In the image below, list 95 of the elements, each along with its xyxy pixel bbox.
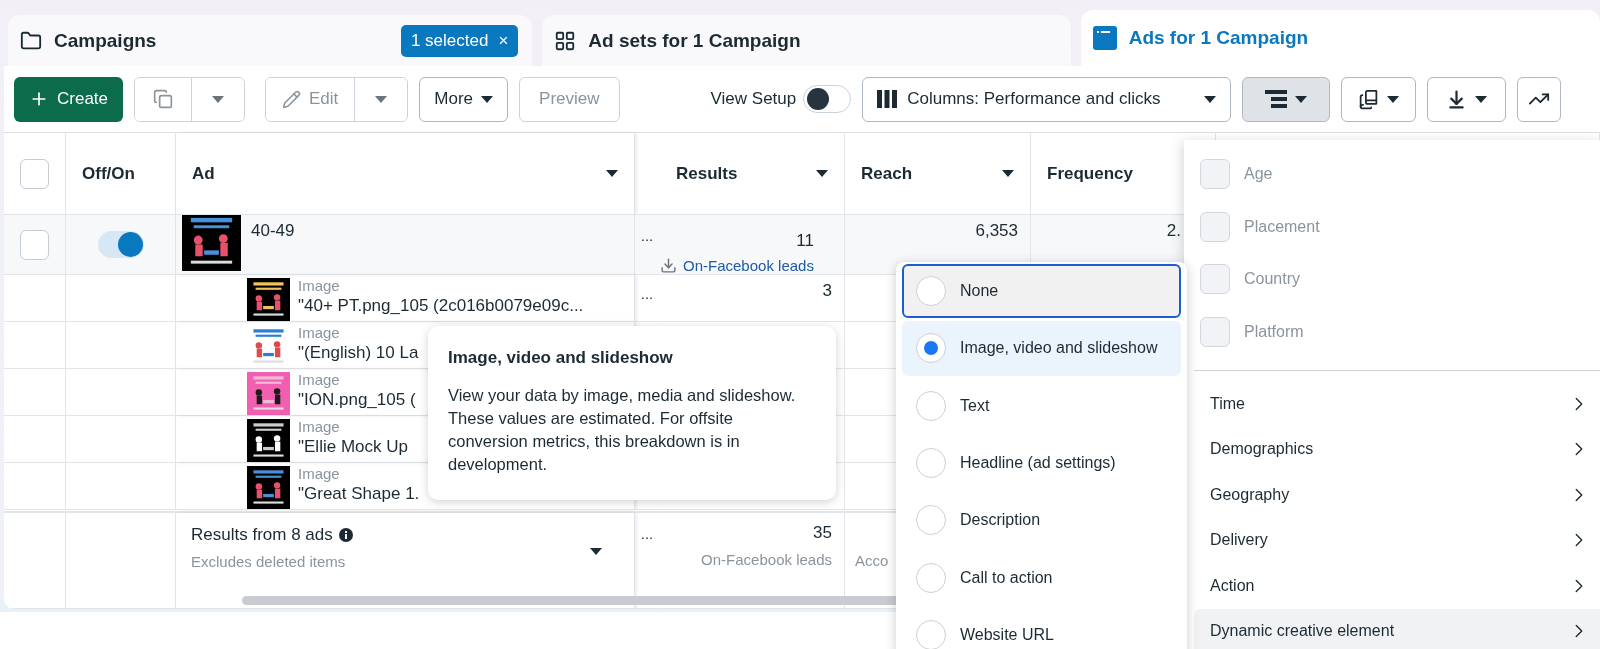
- column-header[interactable]: Reach: [861, 163, 913, 184]
- caret-icon: [212, 95, 225, 103]
- submenu-item[interactable]: Delivery: [1194, 517, 1600, 563]
- row-checkbox[interactable]: [20, 229, 49, 260]
- ad-toggle[interactable]: [97, 231, 144, 258]
- pencil-icon: [282, 89, 302, 109]
- columns-button[interactable]: Columns: Performance and clicks: [862, 76, 1232, 122]
- results-value: 11: [796, 231, 814, 251]
- tab[interactable]: Ads for 1 Campaign: [1080, 10, 1600, 66]
- checkbox-label: Platform: [1244, 322, 1304, 341]
- ad-name[interactable]: 40-49: [251, 221, 295, 241]
- summary-note: Excludes deleted items: [191, 553, 346, 570]
- select-all-checkbox[interactable]: [20, 158, 49, 189]
- column-header[interactable]: Results: [676, 163, 738, 184]
- ad-type: Image: [298, 277, 340, 294]
- download-icon: [660, 257, 677, 274]
- column-header[interactable]: Frequency: [1047, 163, 1133, 184]
- radio-option[interactable]: Image, video and slideshow: [902, 321, 1181, 376]
- results-value: 3: [822, 281, 832, 301]
- reports-icon: [1358, 88, 1380, 110]
- checkbox-label: Country: [1244, 270, 1301, 289]
- submenu-item[interactable]: Demographics: [1194, 426, 1600, 472]
- results-summary: Results from 8 ads: [191, 525, 333, 545]
- caret-icon: [1295, 95, 1308, 103]
- column-header[interactable]: Off/On: [82, 163, 135, 184]
- table-cell: [4, 369, 66, 416]
- radio-button[interactable]: [916, 333, 946, 364]
- tooltip-text: View your data by image, media and slideshow. These values are estimated. For offsite conversion metrics, this breakdown is in development.: [448, 385, 797, 476]
- creative-name[interactable]: "ION.png_105 (: [298, 390, 416, 410]
- radio-button[interactable]: [916, 276, 946, 307]
- table-cell: [4, 416, 66, 463]
- dropdown-button[interactable]: [191, 77, 245, 121]
- column-header[interactable]: Ad: [192, 163, 215, 184]
- results-type: On-Facebook leads: [701, 551, 832, 568]
- selection-badge[interactable]: 1 selected ×: [400, 24, 519, 57]
- breakdown-icon: [1265, 90, 1288, 108]
- radio-option[interactable]: Text: [902, 378, 1181, 433]
- caret-icon: [1204, 95, 1217, 103]
- creative-name[interactable]: "Great Shape 1.: [298, 484, 420, 504]
- ad-type: Image: [298, 418, 340, 435]
- creative-name[interactable]: "40+ PT.png_105 (2c016b0079e09c...: [298, 296, 584, 316]
- radio-option[interactable]: Headline (ad settings): [902, 435, 1181, 491]
- checkbox-label: Placement: [1244, 217, 1320, 236]
- results-total: 35: [813, 523, 832, 543]
- breakdown-button[interactable]: [1242, 76, 1331, 122]
- table-cell: [4, 322, 66, 369]
- ad-type: Image: [298, 465, 340, 482]
- create-button[interactable]: Create: [14, 76, 124, 122]
- reach-note: Acco: [855, 552, 889, 569]
- caret-icon: [375, 95, 388, 103]
- submenu-item[interactable]: Geography: [1194, 472, 1600, 518]
- dropdown-button[interactable]: [354, 77, 408, 121]
- radio-button[interactable]: [916, 390, 946, 421]
- close-icon[interactable]: ×: [498, 30, 509, 51]
- submenu-item[interactable]: Dynamic creative element: [1194, 608, 1600, 649]
- creative-name[interactable]: "Ellie Mock Up: [298, 437, 408, 457]
- creative-name[interactable]: "(English) 10 La: [298, 343, 419, 363]
- caret-icon: [481, 95, 494, 103]
- reach-value: 6,353: [975, 221, 1018, 241]
- more-button[interactable]: More: [419, 76, 509, 122]
- grid-icon: [554, 29, 577, 52]
- view-setup-label: View Setup: [710, 89, 797, 109]
- ad-type: Image: [298, 324, 340, 341]
- caret-icon: [1387, 95, 1400, 103]
- charts-button[interactable]: [1517, 76, 1562, 122]
- radio-button[interactable]: [916, 448, 946, 478]
- radio-button[interactable]: [916, 505, 946, 536]
- reports-button[interactable]: [1341, 76, 1417, 122]
- caret-icon: [590, 548, 602, 555]
- results-link[interactable]: On-Facebook leads: [683, 257, 814, 274]
- duplicate-icon: [153, 89, 174, 109]
- radio-button[interactable]: [916, 562, 946, 593]
- radio-button[interactable]: [916, 619, 946, 649]
- radio-option[interactable]: Call to action: [902, 550, 1181, 605]
- tab[interactable]: Ad sets for 1 Campaign: [542, 15, 1071, 66]
- more-indicator: ...: [640, 285, 654, 302]
- info-icon: [338, 528, 353, 542]
- columns-icon: [877, 90, 898, 108]
- caret-icon: [1475, 95, 1488, 103]
- checkbox-label: Age: [1244, 165, 1273, 184]
- radio-option[interactable]: Website URL: [902, 607, 1181, 649]
- export-button[interactable]: [1427, 76, 1507, 122]
- radio-option[interactable]: Description: [902, 493, 1181, 548]
- tab[interactable]: Campaigns 1 selected ×: [8, 15, 533, 66]
- frequency-value: 2.: [1166, 221, 1181, 241]
- radio-option[interactable]: None: [902, 264, 1181, 319]
- ad-type: Image: [298, 371, 340, 388]
- window-icon: [1092, 26, 1117, 50]
- submenu-item[interactable]: Action: [1194, 563, 1600, 609]
- view-setup-toggle[interactable]: [803, 85, 852, 113]
- more-indicator: ...: [640, 227, 654, 244]
- folder-icon: [20, 29, 42, 52]
- more-indicator: ...: [640, 525, 654, 542]
- submenu-item[interactable]: Time: [1194, 381, 1600, 427]
- tooltip-title: Image, video and slideshow: [448, 348, 674, 368]
